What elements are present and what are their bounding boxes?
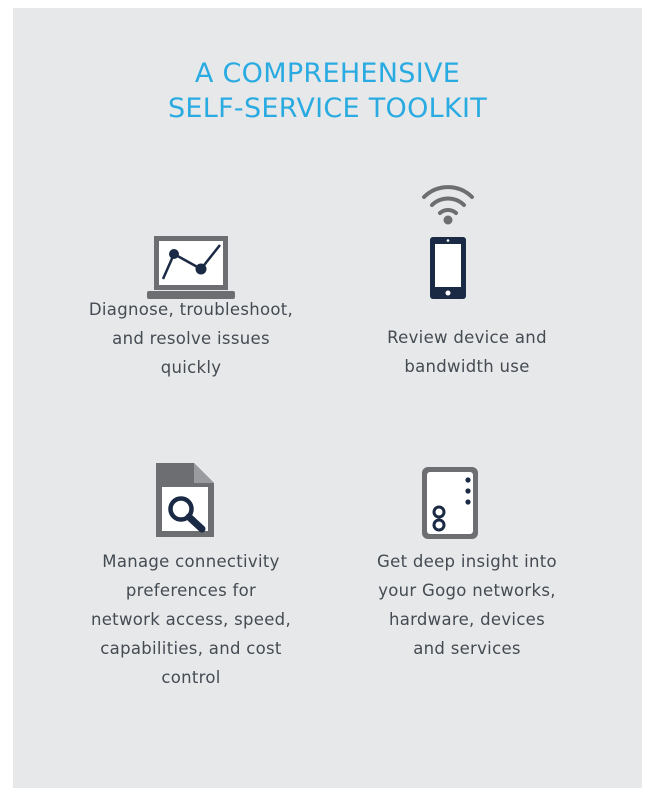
feature-manage-caption: Manage connectivity preferences for netw…: [90, 552, 292, 687]
laptop-chart-icon: [147, 236, 235, 299]
page-title-line-2: SELF-SERVICE TOOLKIT: [167, 93, 488, 124]
feature-review-caption: Review device and bandwidth use: [387, 328, 547, 376]
feature-diagnose-caption: Diagnose, troubleshoot, and resolve issu…: [88, 300, 294, 377]
page-title-line-1: A COMPREHENSIVE: [194, 58, 461, 89]
smartphone-wifi-icon: [422, 185, 474, 299]
document-search-icon: [156, 463, 214, 537]
toolkit-panel: A COMPREHENSIVE SELF-SERVICE TOOLKIT Dia…: [13, 8, 642, 788]
feature-insight-caption: Get deep insight into your Gogo networks…: [377, 552, 557, 658]
page-title: A COMPREHENSIVE SELF-SERVICE TOOLKIT: [13, 56, 642, 126]
hardware-unit-icon: [422, 467, 478, 539]
